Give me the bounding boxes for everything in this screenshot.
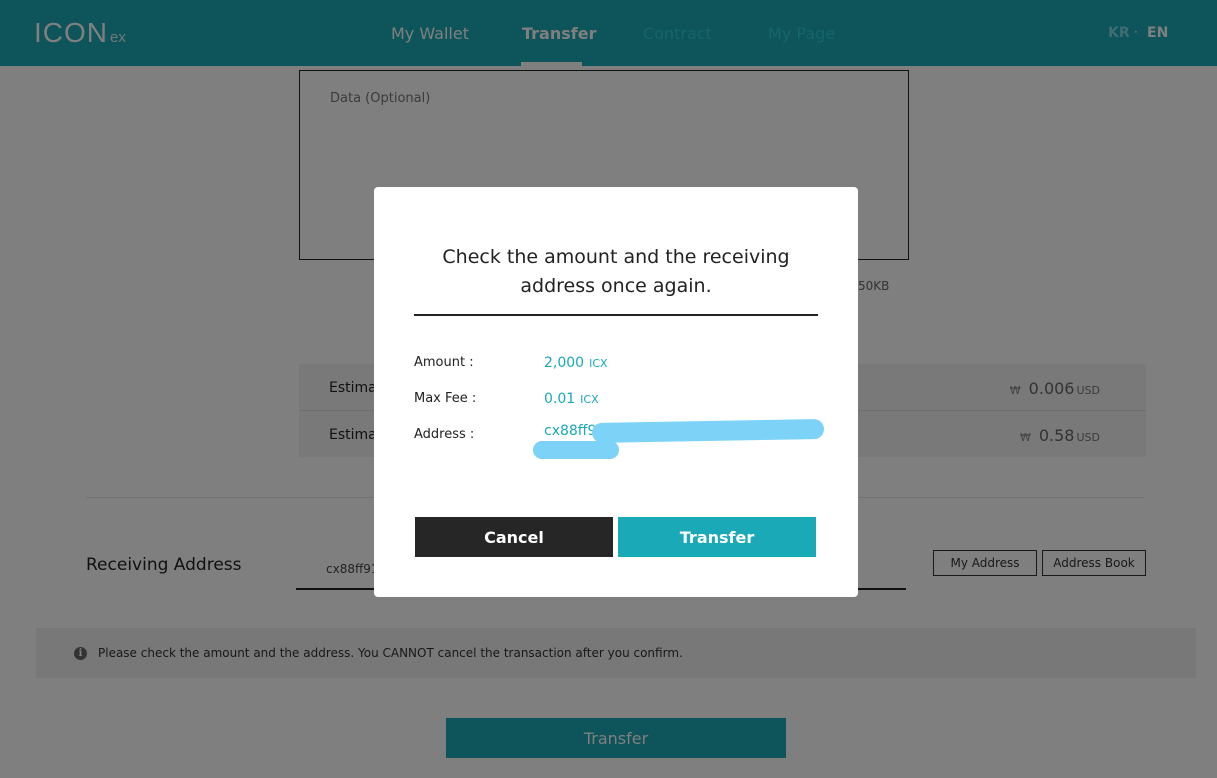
address-redaction — [533, 441, 619, 459]
amount-number: 2,000 — [544, 355, 585, 371]
address-label: Address : — [414, 427, 475, 442]
amount-unit: ICX — [589, 357, 608, 370]
cancel-button[interactable]: Cancel — [415, 517, 613, 557]
amount-value: 2,000 ICX — [544, 355, 608, 371]
amount-label: Amount : — [414, 355, 474, 370]
modal-title-rule — [414, 314, 818, 316]
confirm-transfer-modal: Check the amount and the receiving addre… — [374, 187, 858, 597]
fee-number: 0.01 — [544, 391, 576, 407]
address-value: cx88ff9 — [544, 423, 597, 439]
fee-unit: ICX — [580, 393, 599, 406]
max-fee-value: 0.01 ICX — [544, 391, 599, 407]
modal-title: Check the amount and the receiving addre… — [414, 243, 818, 301]
max-fee-label: Max Fee : — [414, 391, 477, 406]
address-redaction — [591, 418, 825, 444]
modal-title-line2: address once again. — [520, 275, 712, 297]
modal-title-line1: Check the amount and the receiving — [442, 246, 790, 268]
confirm-transfer-button[interactable]: Transfer — [618, 517, 816, 557]
